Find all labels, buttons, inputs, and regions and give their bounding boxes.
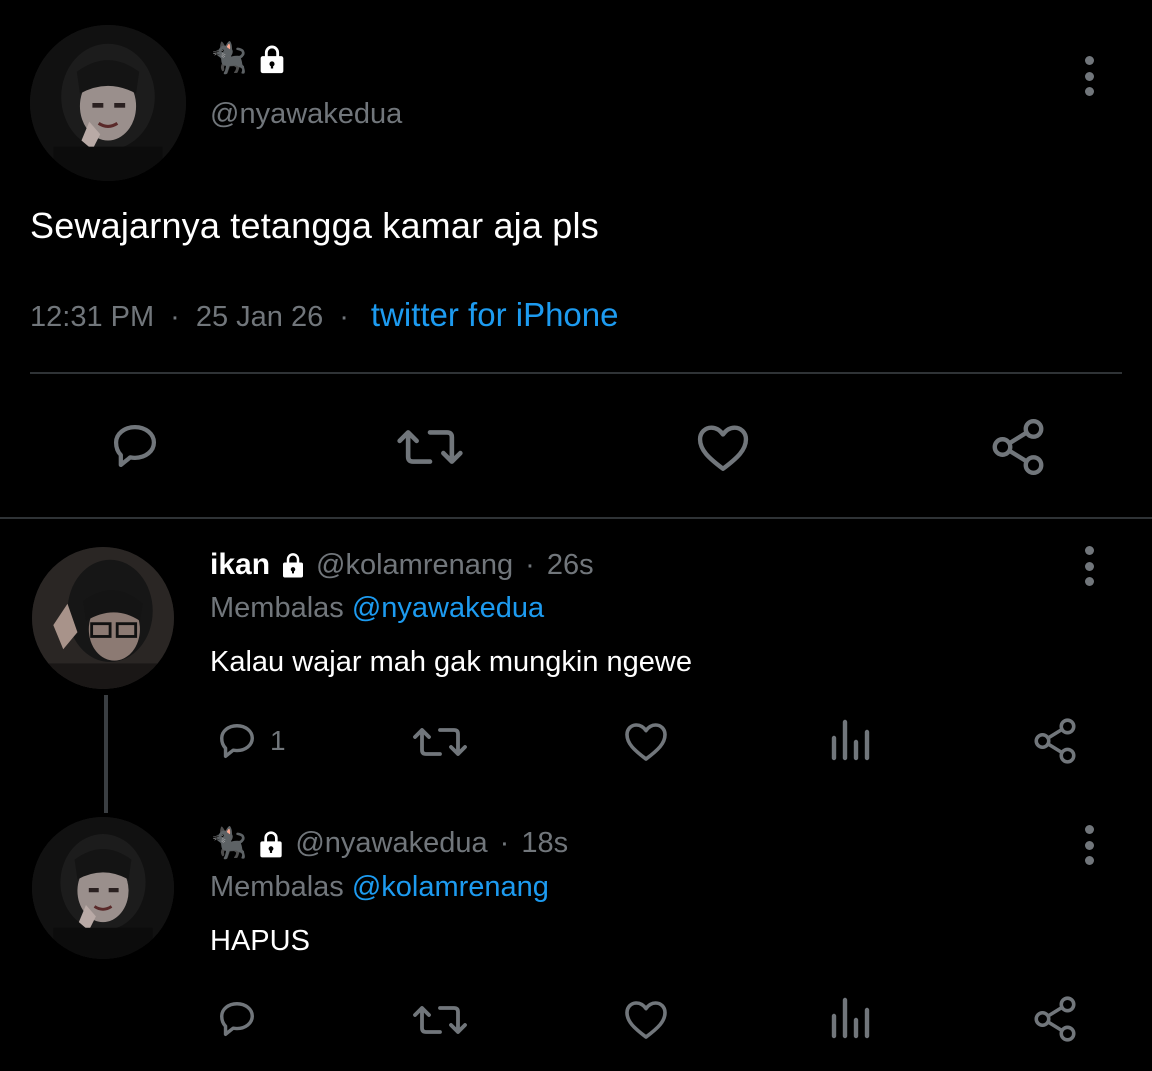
share-icon [992, 418, 1044, 476]
reply-button[interactable] [214, 998, 260, 1040]
divider [30, 372, 1122, 374]
divider [0, 517, 1152, 519]
reply-author-handle[interactable]: @kolamrenang [316, 549, 513, 582]
separator-dot: · [339, 301, 349, 333]
retweet-icon [397, 430, 463, 464]
separator-dot: · [525, 548, 535, 581]
replying-to: Membalas @kolamrenang [210, 871, 549, 904]
black-cat-emoji: 🐈‍⬛ [210, 42, 248, 75]
author-name-row[interactable]: 🐈‍⬛ [210, 42, 289, 76]
like-button[interactable] [622, 718, 670, 764]
black-cat-emoji: 🐈‍⬛ [210, 826, 248, 860]
reply-header: 🐈‍⬛ @nyawakedua · 18s [210, 827, 568, 860]
retweet-button[interactable] [412, 722, 468, 762]
lock-icon [255, 828, 287, 860]
reply-author-name[interactable]: ikan [210, 548, 270, 582]
share-icon [1034, 718, 1076, 764]
reply-icon [113, 424, 157, 468]
lock-icon [278, 550, 308, 580]
reply-author-handle[interactable]: @nyawakedua [295, 827, 487, 860]
share-button[interactable] [1030, 716, 1080, 766]
analytics-button[interactable] [830, 996, 870, 1040]
replying-label: Membalas [210, 592, 344, 624]
retweet-icon [413, 1006, 467, 1034]
like-icon [625, 723, 667, 761]
tweet-time: 12:31 PM [30, 301, 155, 333]
reply-icon [220, 1002, 254, 1036]
avatar[interactable] [30, 25, 186, 181]
thread-line [104, 695, 108, 813]
share-button[interactable] [987, 416, 1049, 478]
tweet-date: 25 Jan 26 [195, 301, 324, 333]
more-options-icon[interactable] [1079, 825, 1099, 865]
author-handle[interactable]: @nyawakedua [210, 98, 402, 131]
avatar[interactable] [32, 547, 174, 689]
more-options-icon[interactable] [1079, 546, 1099, 586]
like-button[interactable] [622, 996, 670, 1042]
analytics-icon [831, 719, 870, 761]
separator-dot: · [499, 827, 510, 859]
reply-text: HAPUS [210, 925, 310, 957]
reply-button[interactable]: 1 [214, 720, 286, 762]
replying-label: Membalas [210, 871, 344, 903]
reply-count: 1 [270, 725, 286, 756]
like-icon [625, 1001, 667, 1039]
tweet-client-link[interactable]: twitter for iPhone [371, 296, 619, 334]
reply-header: ikan @kolamrenang · 26s [210, 548, 594, 582]
main-action-bar [0, 410, 1152, 480]
tweet-text: Sewajarnya tetangga kamar aja pls [30, 205, 599, 246]
reply-text: Kalau wajar mah gak mungkin ngewe [210, 646, 692, 678]
tweet-thread: 🐈‍⬛ @nyawakedua Sewajarnya tetangga kama… [0, 0, 1152, 1071]
avatar[interactable] [32, 817, 174, 959]
like-button[interactable] [694, 420, 752, 474]
tweet-meta: 12:31 PM · 25 Jan 26 · twitter for iPhon… [30, 296, 619, 334]
retweet-button[interactable] [396, 422, 464, 472]
reply-time: 26s [546, 548, 594, 581]
replying-mention[interactable]: @nyawakedua [352, 592, 544, 624]
retweet-button[interactable] [412, 1000, 468, 1040]
analytics-button[interactable] [830, 718, 870, 762]
reply-button[interactable] [106, 420, 164, 472]
like-icon [697, 425, 749, 471]
share-button[interactable] [1030, 994, 1080, 1044]
replying-to: Membalas @nyawakedua [210, 592, 544, 625]
replying-mention[interactable]: @kolamrenang [352, 871, 549, 903]
separator-dot: · [170, 301, 180, 333]
lock-icon [255, 42, 289, 76]
analytics-icon [831, 997, 870, 1039]
share-icon [1034, 996, 1076, 1042]
reply-icon [220, 724, 254, 758]
retweet-icon [413, 728, 467, 756]
reply-time: 18s [521, 827, 569, 859]
more-options-icon[interactable] [1079, 56, 1099, 96]
